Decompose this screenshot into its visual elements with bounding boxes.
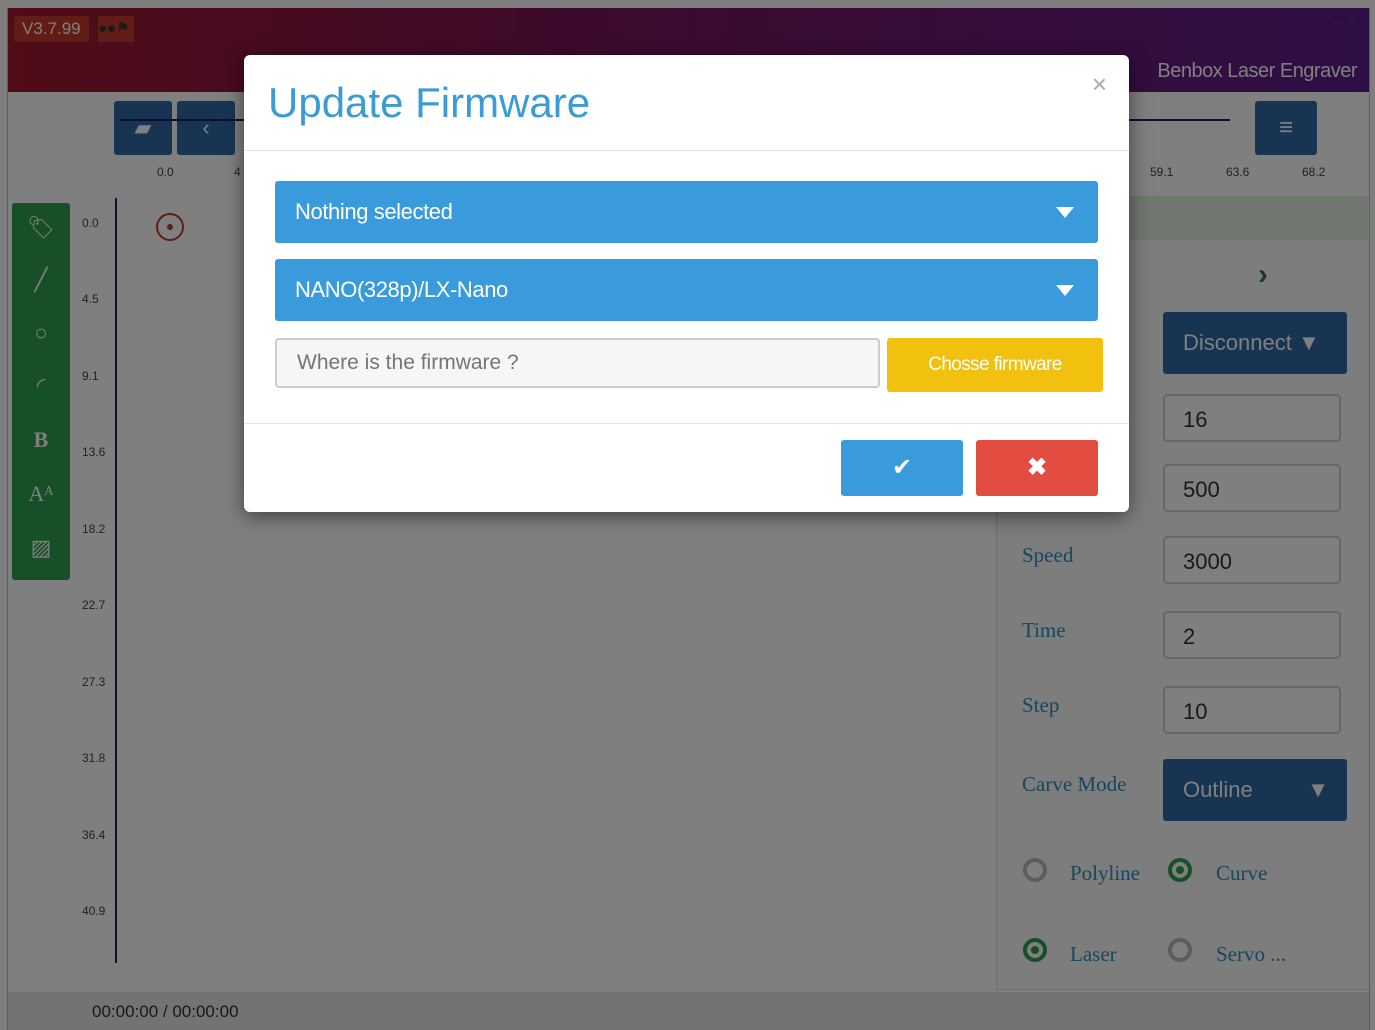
choose-firmware-button[interactable]: Chosse firmware <box>887 338 1103 392</box>
confirm-button[interactable]: ✔ <box>841 440 963 496</box>
board-select-value: NANO(328p)/LX-Nano <box>295 277 508 302</box>
checkmark-icon: ✔ <box>891 454 913 481</box>
dialog-title: Update Firmware <box>268 79 591 126</box>
caret-down-icon <box>1056 207 1074 218</box>
divider <box>244 150 1129 151</box>
close-icon[interactable]: × <box>1092 69 1107 100</box>
firmware-path-input[interactable] <box>275 338 880 388</box>
update-firmware-dialog: Update Firmware × Nothing selected NANO(… <box>244 55 1129 512</box>
caret-down-icon <box>1056 285 1074 296</box>
board-select[interactable]: NANO(328p)/LX-Nano <box>275 259 1098 321</box>
cancel-button[interactable]: ✖ <box>976 440 1098 496</box>
port-select[interactable]: Nothing selected <box>275 181 1098 243</box>
port-select-value: Nothing selected <box>295 199 453 224</box>
divider <box>244 423 1129 424</box>
x-icon: ✖ <box>1026 454 1048 481</box>
